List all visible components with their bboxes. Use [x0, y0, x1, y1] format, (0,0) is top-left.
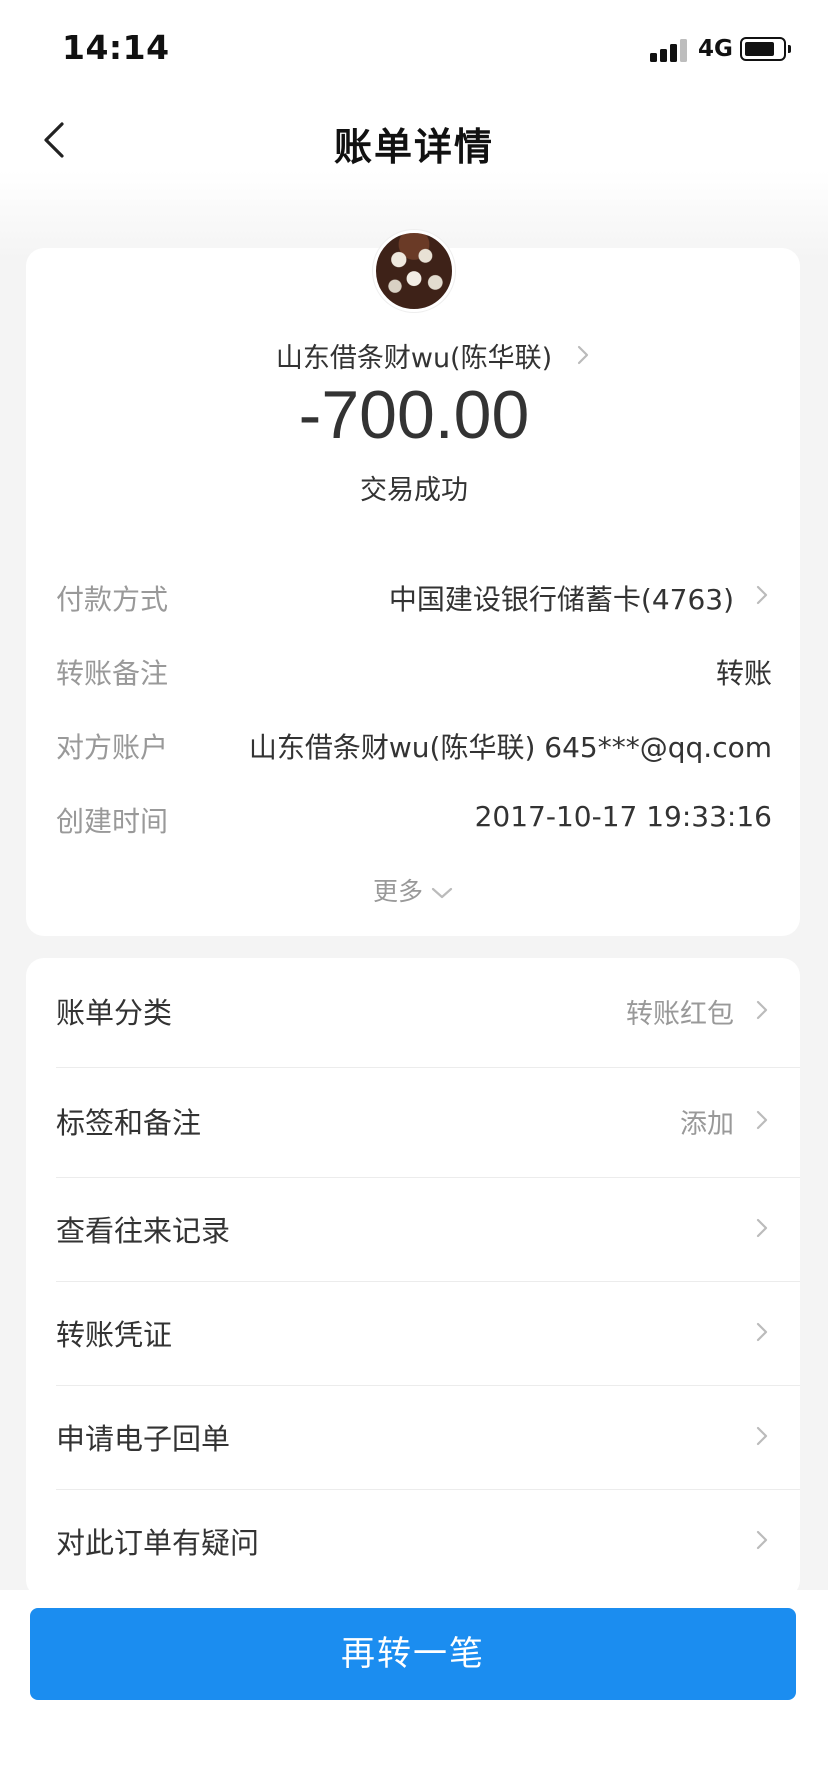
status-time: 14:14	[62, 28, 170, 67]
avatar[interactable]	[373, 230, 455, 312]
battery-cap	[788, 45, 791, 53]
counterparty-account-label: 对方账户	[56, 731, 169, 764]
created-time-label: 创建时间	[56, 805, 169, 838]
chevron-right-icon	[756, 1218, 768, 1238]
counterparty-account-value: 山东借条财wu(陈华联) 645***@qq.com	[248, 731, 772, 764]
e-receipt-row[interactable]: 申请电子回单	[26, 1384, 800, 1488]
transaction-amount: -700.00	[298, 377, 530, 453]
transfer-note-value: 转账	[715, 657, 772, 690]
tags-notes-label: 标签和备注	[56, 1106, 202, 1140]
transaction-history-row[interactable]: 查看往来记录	[26, 1176, 800, 1280]
chevron-down-icon	[431, 887, 453, 899]
status-bar: 14:14 4G	[0, 0, 828, 96]
bill-category-row[interactable]: 账单分类 转账红包	[26, 958, 800, 1062]
transfer-voucher-label: 转账凭证	[56, 1318, 173, 1352]
chevron-right-icon	[756, 1530, 768, 1550]
signal-icon	[650, 38, 690, 62]
chevron-right-icon	[756, 1426, 768, 1446]
battery-icon	[740, 37, 786, 61]
payment-method-value[interactable]: 中国建设银行储蓄卡(4763)	[389, 578, 734, 618]
bill-category-value: 转账红包	[626, 999, 734, 1030]
network-type: 4G	[698, 36, 733, 62]
chevron-right-icon	[756, 1110, 768, 1130]
tags-notes-value: 添加	[680, 1109, 734, 1140]
transaction-history-label: 查看往来记录	[56, 1214, 231, 1248]
more-button[interactable]: 更多	[0, 872, 828, 908]
more-label: 更多	[372, 877, 423, 906]
payee-name[interactable]: 山东借条财wu(陈华联)	[0, 336, 828, 375]
transfer-note-label: 转账备注	[56, 657, 169, 690]
order-question-row[interactable]: 对此订单有疑问	[26, 1488, 800, 1592]
chevron-right-icon	[577, 345, 589, 365]
chevron-right-icon	[756, 1322, 768, 1342]
payment-method-label: 付款方式	[56, 583, 169, 616]
transfer-voucher-row[interactable]: 转账凭证	[26, 1280, 800, 1384]
created-time-value: 2017-10-17 19:33:16	[474, 800, 772, 833]
transfer-again-button[interactable]: 再转一笔	[30, 1608, 796, 1700]
chevron-right-icon	[756, 585, 768, 605]
tags-notes-row[interactable]: 标签和备注 添加	[26, 1068, 800, 1172]
chevron-right-icon	[756, 1000, 768, 1020]
order-question-label: 对此订单有疑问	[56, 1526, 260, 1560]
transaction-status: 交易成功	[360, 475, 468, 506]
e-receipt-label: 申请电子回单	[56, 1422, 231, 1456]
bill-category-label: 账单分类	[56, 996, 173, 1030]
bill-detail-page: 14:14 4G 账单详情 山东借条财wu(陈华联) -700.00 交易成功 …	[0, 0, 828, 1792]
page-title: 账单详情	[333, 125, 494, 169]
